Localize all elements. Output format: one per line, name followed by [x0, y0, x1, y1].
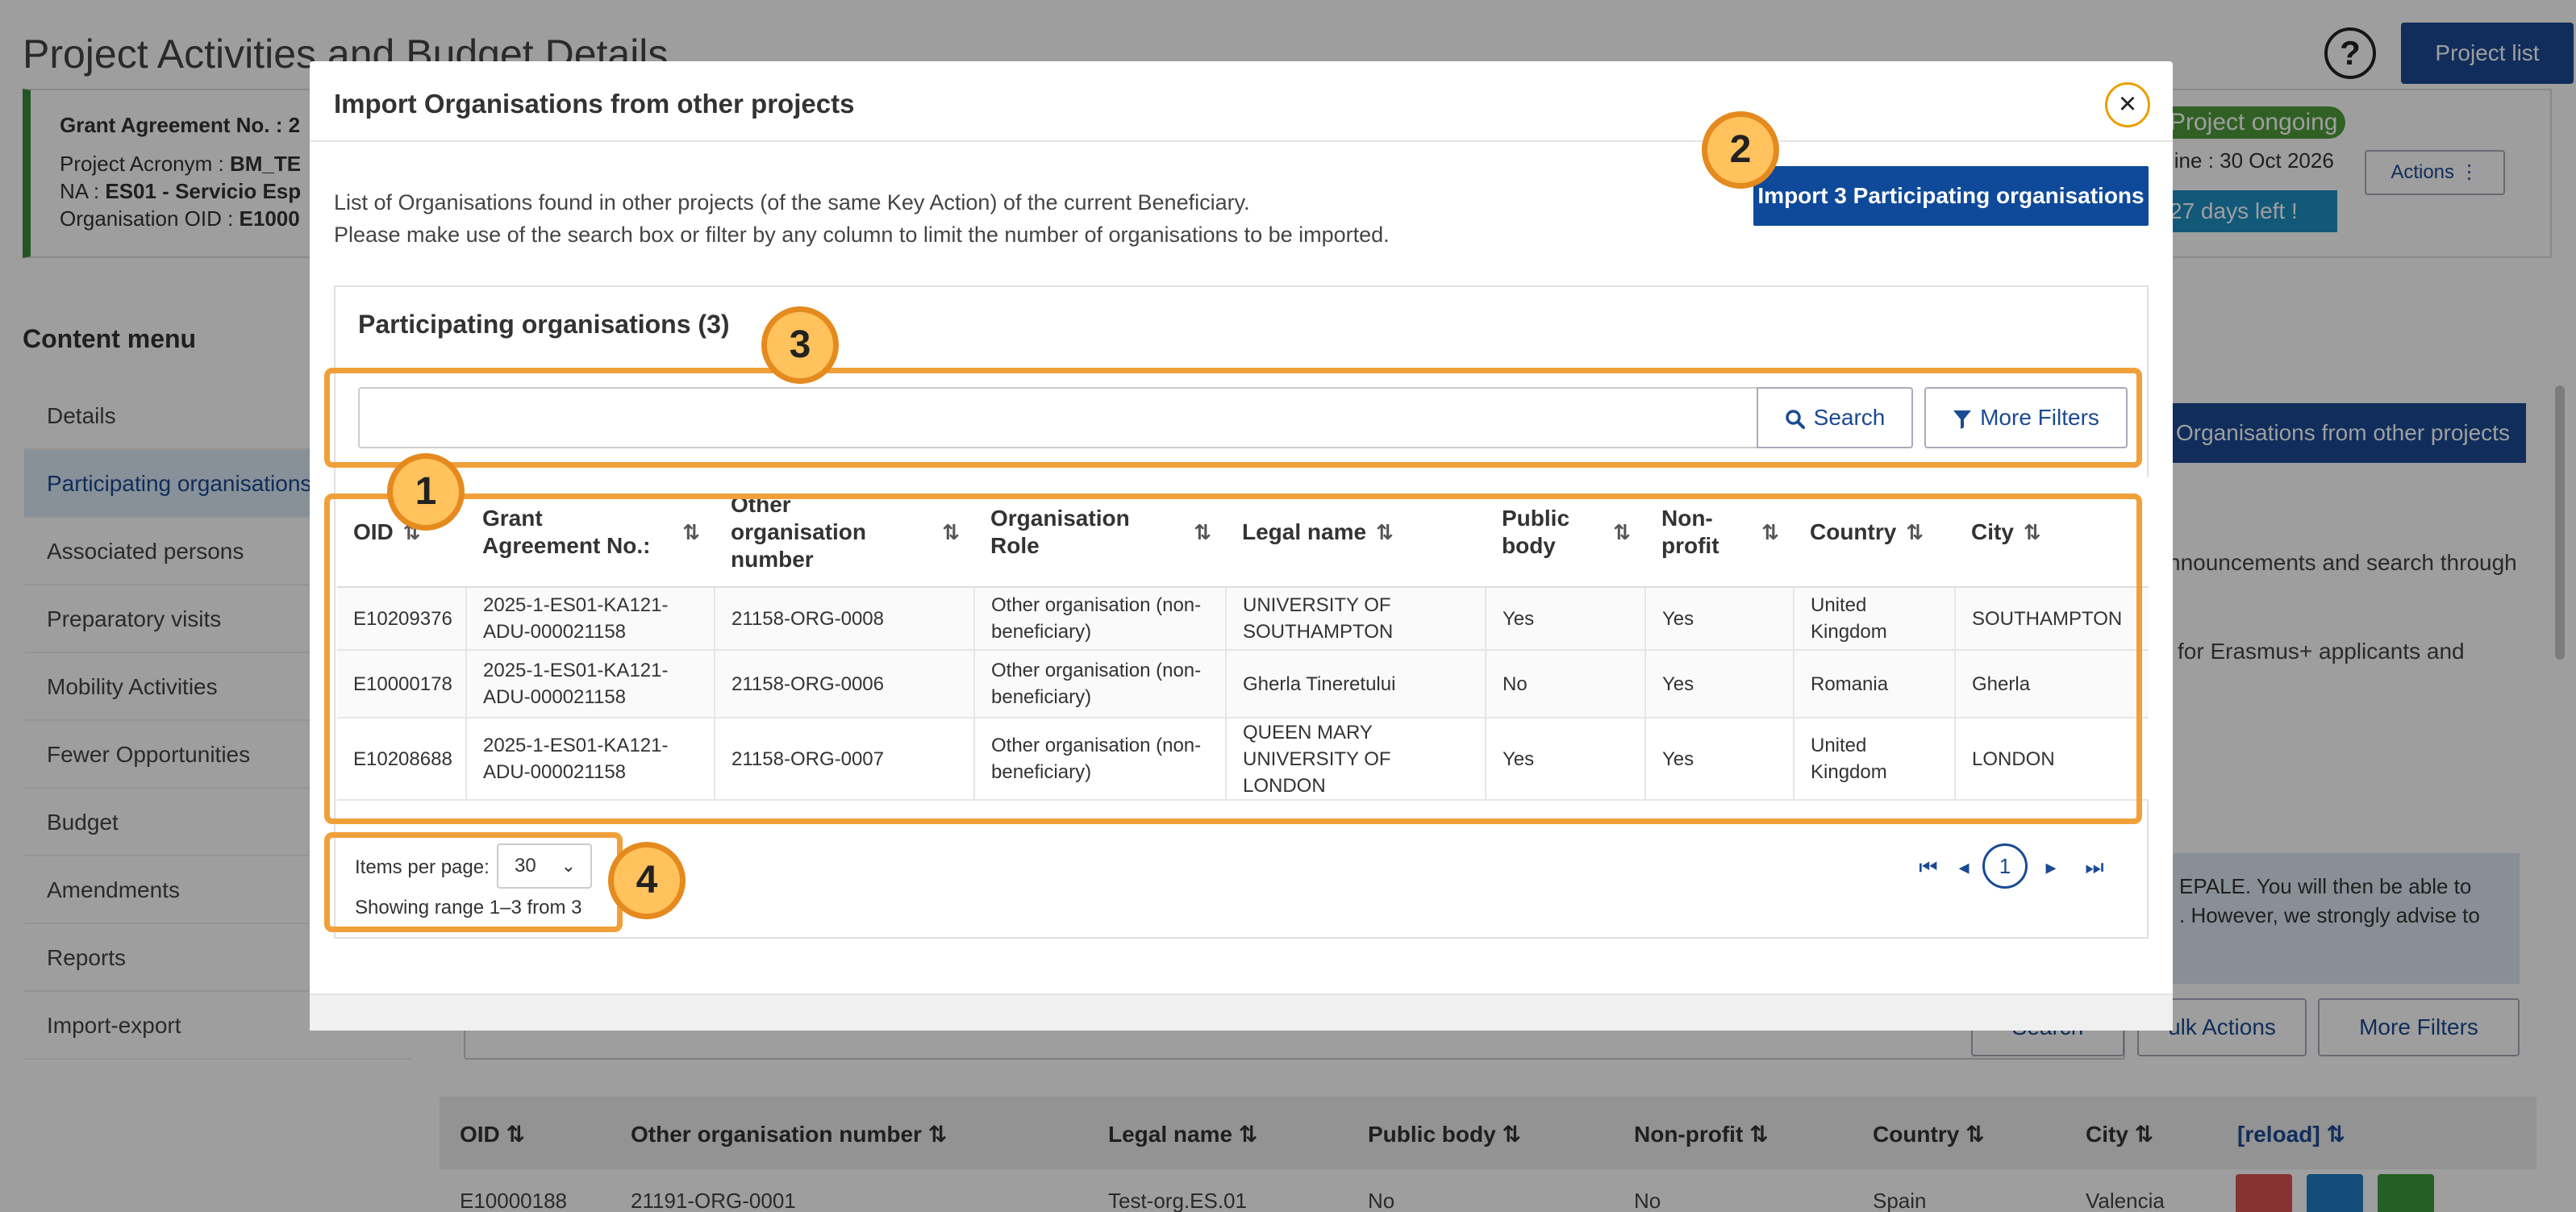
- column-label: Non-profit: [1661, 505, 1719, 558]
- cell-country: Romania: [1794, 650, 1956, 718]
- sort-icon[interactable]: ⇅: [1194, 519, 1211, 546]
- items-per-page-select[interactable]: 30 ⌄: [497, 843, 592, 889]
- cell-legal-name: Gherla Tineretului: [1226, 650, 1486, 718]
- more-filters-button[interactable]: More Filters: [1924, 387, 2128, 448]
- previous-page-icon[interactable]: ◂: [1952, 855, 1976, 879]
- sort-icon[interactable]: ⇅: [1613, 519, 1631, 546]
- sort-icon[interactable]: ⇅: [942, 519, 960, 546]
- modal-description-line-2: Please make use of the search box or fil…: [334, 223, 1390, 247]
- cell-other-org-number: 21158-ORG-0007: [715, 718, 975, 801]
- table-header-row: OID ⇅ Grant Agreement No.: ⇅ Other organis…: [337, 477, 2149, 588]
- column-header-organisation-role[interactable]: Organisation Role ⇅: [974, 477, 1226, 588]
- callout-badge-2: 2: [1702, 111, 1779, 189]
- close-icon[interactable]: ×: [2105, 82, 2150, 127]
- column-header-non-profit[interactable]: Non-profit ⇅: [1645, 477, 1794, 588]
- cell-non-profit: Yes: [1645, 650, 1794, 718]
- sort-icon[interactable]: ⇅: [1376, 520, 1394, 544]
- column-label: Public body: [1502, 505, 1570, 558]
- column-label: Grant Agreement No.:: [482, 505, 651, 558]
- table-row[interactable]: E10209376 2025-1-ES01-KA121-ADU-00002115…: [337, 587, 2149, 651]
- cell-country: United Kingdom: [1794, 587, 1956, 651]
- callout-badge-1: 1: [387, 453, 465, 531]
- cell-country: United Kingdom: [1794, 718, 1956, 801]
- table-row[interactable]: E10208688 2025-1-ES01-KA121-ADU-00002115…: [337, 718, 2149, 801]
- cell-other-org-number: 21158-ORG-0008: [715, 587, 975, 651]
- cell-non-profit: Yes: [1645, 718, 1794, 801]
- cell-city: LONDON: [1955, 718, 2149, 801]
- search-input[interactable]: [358, 387, 1758, 448]
- search-button-label: Search: [1813, 405, 1886, 430]
- import-organisations-modal: Import Organisations from other projects…: [310, 61, 2173, 1031]
- search-button[interactable]: Search: [1757, 387, 1913, 448]
- chevron-down-icon: ⌄: [561, 856, 576, 876]
- cell-organisation-role: Other organisation (non-beneficiary): [974, 718, 1227, 801]
- card-title: Participating organisations (3): [358, 310, 730, 339]
- column-header-city[interactable]: City ⇅: [1955, 477, 2149, 588]
- cell-grant-agreement: 2025-1-ES01-KA121-ADU-000021158: [466, 718, 715, 801]
- column-header-country[interactable]: Country ⇅: [1794, 477, 1955, 588]
- callout-badge-4: 4: [608, 842, 686, 919]
- cell-city: Gherla: [1955, 650, 2149, 718]
- search-icon: [1785, 409, 1805, 429]
- sort-icon[interactable]: ⇅: [1761, 519, 1779, 546]
- import-participating-organisations-button[interactable]: Import 3 Participating organisations: [1753, 166, 2149, 226]
- column-header-legal-name[interactable]: Legal name ⇅: [1226, 477, 1486, 588]
- modal-description-line-1: List of Organisations found in other pro…: [334, 190, 1250, 214]
- cell-organisation-role: Other organisation (non-beneficiary): [974, 650, 1227, 718]
- table-row[interactable]: E10000178 2025-1-ES01-KA121-ADU-00002115…: [337, 650, 2149, 718]
- cell-public-body: Yes: [1486, 587, 1646, 651]
- column-header-grant-agreement[interactable]: Grant Agreement No.: ⇅: [466, 477, 715, 588]
- column-label: Country: [1810, 519, 1897, 544]
- column-label: Other organisation number: [731, 491, 867, 572]
- column-label: OID: [353, 519, 394, 544]
- range-label: Showing range 1–3 from 3: [355, 897, 582, 918]
- cell-public-body: No: [1486, 650, 1646, 718]
- cell-legal-name: QUEEN MARY UNIVERSITY OF LONDON: [1226, 718, 1486, 801]
- sort-icon[interactable]: ⇅: [682, 519, 700, 546]
- organisations-table: OID ⇅ Grant Agreement No.: ⇅ Other organis…: [337, 477, 2149, 801]
- cell-city: SOUTHAMPTON: [1955, 587, 2149, 651]
- cell-organisation-role: Other organisation (non-beneficiary): [974, 587, 1227, 651]
- sort-icon[interactable]: ⇅: [1906, 520, 1924, 544]
- cell-oid: E10209376: [337, 587, 467, 651]
- cell-other-org-number: 21158-ORG-0006: [715, 650, 975, 718]
- items-per-page-value: 30: [515, 855, 536, 877]
- next-page-icon[interactable]: ▸: [2039, 855, 2063, 879]
- more-filters-button-label: More Filters: [1980, 405, 2099, 430]
- cell-legal-name: UNIVERSITY OF SOUTHAMPTON: [1226, 587, 1486, 651]
- first-page-icon[interactable]: ⏮: [1916, 855, 1940, 879]
- cell-oid: E10000178: [337, 650, 467, 718]
- modal-title: Import Organisations from other projects: [334, 89, 855, 119]
- modal-header: Import Organisations from other projects…: [310, 61, 2173, 142]
- cell-grant-agreement: 2025-1-ES01-KA121-ADU-000021158: [466, 587, 715, 651]
- participating-organisations-card: Participating organisations (3) Search M…: [334, 285, 2149, 939]
- current-page-button[interactable]: 1: [1982, 843, 2028, 889]
- items-per-page-label: Items per page:: [355, 856, 490, 878]
- cell-grant-agreement: 2025-1-ES01-KA121-ADU-000021158: [466, 650, 715, 718]
- callout-badge-3: 3: [761, 306, 839, 384]
- last-page-icon[interactable]: ⏭: [2082, 855, 2107, 879]
- column-header-public-body[interactable]: Public body ⇅: [1486, 477, 1645, 588]
- column-label: Organisation Role: [990, 505, 1130, 558]
- column-header-other-org-number[interactable]: Other organisation number ⇅: [715, 477, 974, 588]
- cell-public-body: Yes: [1486, 718, 1646, 801]
- filter-icon: [1953, 410, 1972, 429]
- modal-footer: [310, 993, 2173, 1031]
- column-label: Legal name: [1242, 519, 1367, 544]
- cell-non-profit: Yes: [1645, 587, 1794, 651]
- sort-icon[interactable]: ⇅: [2024, 520, 2041, 544]
- cell-oid: E10208688: [337, 718, 467, 801]
- column-label: City: [1971, 519, 2014, 544]
